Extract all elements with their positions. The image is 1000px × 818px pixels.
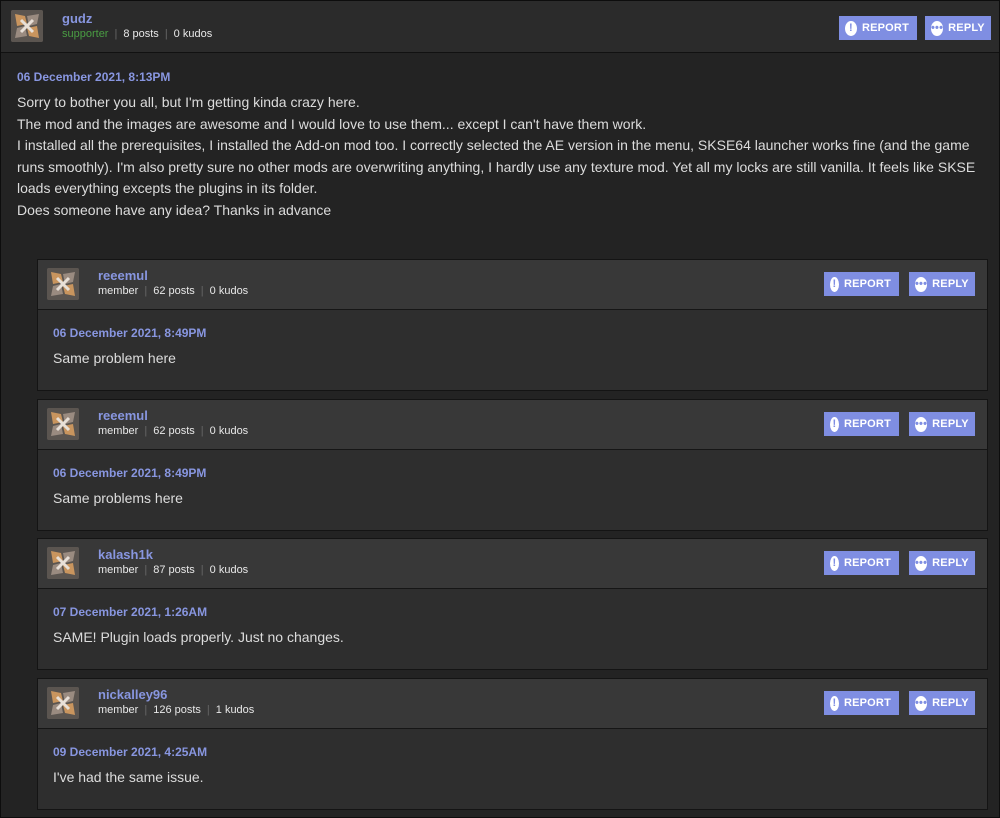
user-meta: member | 62 posts | 0 kudos (98, 285, 248, 297)
post-body: Sorry to bother you all, but I'm getting… (17, 92, 982, 222)
report-label: REPORT (843, 278, 891, 290)
reply-label: REPLY (932, 697, 969, 709)
kudos-count: 0 kudos (209, 285, 249, 297)
meta-separator: | (144, 564, 148, 576)
username-link[interactable]: kalash1k (98, 547, 153, 562)
kudos-count: 0 kudos (209, 425, 249, 437)
meta-separator: | (144, 704, 148, 716)
meta-separator: | (114, 28, 118, 40)
post-body: Same problem here (53, 350, 176, 366)
post-line: The mod and the images are awesome and I… (17, 115, 647, 132)
post-count: 62 posts (153, 285, 195, 297)
meta-separator: | (144, 285, 148, 297)
reply-button[interactable]: ••• REPLY (909, 691, 975, 715)
reply-header: nickalley96 member | 126 posts | 1 kudos ! RE… (38, 679, 987, 729)
reply-header: kalash1k member | 87 posts | 0 kudos ! REPORT… (38, 539, 987, 589)
post-count: 62 posts (153, 425, 195, 437)
post-date: 06 December 2021, 8:49PM (53, 466, 207, 480)
user-meta: member | 126 posts | 1 kudos (98, 704, 254, 716)
reply-button[interactable]: ••• REPLY (909, 551, 975, 575)
meta-separator: | (200, 285, 204, 297)
meta-separator: | (206, 704, 210, 716)
reply-button[interactable]: ••• REPLY (925, 16, 991, 40)
reply-post: nickalley96 member | 126 posts | 1 kudos ! RE… (37, 678, 988, 810)
user-meta: supporter | 8 posts | 0 kudos (62, 28, 212, 40)
post-line: I installed all the prerequisites, I ins… (17, 137, 976, 197)
post-count: 126 posts (153, 704, 201, 716)
username-link[interactable]: reeemul (98, 268, 148, 283)
post-body: I've had the same issue. (53, 769, 204, 785)
reply-post: kalash1k member | 87 posts | 0 kudos ! REPORT… (37, 538, 988, 670)
post-date: 06 December 2021, 8:49PM (53, 326, 207, 340)
reply-label: REPLY (932, 557, 969, 569)
reply-label: REPLY (932, 418, 969, 430)
user-role: member (98, 564, 139, 576)
avatar[interactable] (47, 687, 79, 719)
report-button[interactable]: ! REPORT (824, 272, 899, 296)
user-role: member (98, 704, 139, 716)
report-button[interactable]: ! REPORT (824, 412, 899, 436)
avatar[interactable] (47, 547, 79, 579)
report-button[interactable]: ! REPORT (839, 16, 917, 40)
avatar[interactable] (47, 408, 79, 440)
chat-bubble-icon: ••• (915, 416, 928, 432)
main-post-header: gudz supporter | 8 posts | 0 kudos ! REPORT •… (1, 1, 999, 53)
report-button[interactable]: ! REPORT (824, 691, 899, 715)
post-body: SAME! Plugin loads properly. Just no cha… (53, 629, 344, 645)
exclamation-icon: ! (830, 555, 839, 571)
exclamation-icon: ! (830, 695, 839, 711)
kudos-count: 1 kudos (215, 704, 255, 716)
meta-separator: | (164, 28, 168, 40)
exclamation-icon: ! (830, 416, 839, 432)
reply-header: reeemul member | 62 posts | 0 kudos ! REPORT … (38, 400, 987, 450)
reply-label: REPLY (932, 278, 969, 290)
reply-button[interactable]: ••• REPLY (909, 412, 975, 436)
username-link[interactable]: gudz (62, 11, 92, 26)
avatar-image (11, 10, 43, 42)
reply-button[interactable]: ••• REPLY (909, 272, 975, 296)
kudos-count: 0 kudos (173, 28, 213, 40)
chat-bubble-icon: ••• (915, 555, 928, 571)
user-meta: member | 62 posts | 0 kudos (98, 425, 248, 437)
post-count: 87 posts (153, 564, 195, 576)
user-role: member (98, 425, 139, 437)
post-date: 09 December 2021, 4:25AM (53, 745, 208, 759)
avatar-image (47, 408, 79, 440)
exclamation-icon: ! (845, 20, 857, 36)
user-role: supporter (62, 28, 109, 40)
report-label: REPORT (861, 22, 909, 34)
kudos-count: 0 kudos (209, 564, 249, 576)
report-label: REPORT (843, 418, 891, 430)
reply-post: reeemul member | 62 posts | 0 kudos ! REPORT … (37, 399, 988, 531)
post-line: Sorry to bother you all, but I'm getting… (17, 94, 360, 110)
exclamation-icon: ! (830, 276, 839, 292)
post-count: 8 posts (123, 28, 159, 40)
report-button[interactable]: ! REPORT (824, 551, 899, 575)
meta-separator: | (200, 425, 204, 437)
avatar-image (47, 547, 79, 579)
username-link[interactable]: nickalley96 (98, 687, 167, 702)
post-line: Does someone have any idea? Thanks in ad… (17, 201, 332, 218)
post-date: 07 December 2021, 1:26AM (53, 605, 208, 619)
report-label: REPORT (843, 697, 891, 709)
post-date: 06 December 2021, 8:13PM (17, 70, 171, 84)
report-label: REPORT (843, 557, 891, 569)
avatar[interactable] (11, 10, 43, 42)
thread-container: gudz supporter | 8 posts | 0 kudos ! REPORT •… (0, 0, 1000, 818)
avatar-image (47, 687, 79, 719)
meta-separator: | (144, 425, 148, 437)
chat-bubble-icon: ••• (915, 276, 928, 292)
reply-post: reeemul member | 62 posts | 0 kudos ! REPORT … (37, 259, 988, 391)
username-link[interactable]: reeemul (98, 408, 148, 423)
reply-label: REPLY (948, 22, 985, 34)
meta-separator: | (200, 564, 204, 576)
chat-bubble-icon: ••• (915, 695, 928, 711)
chat-bubble-icon: ••• (931, 20, 944, 36)
user-meta: member | 87 posts | 0 kudos (98, 564, 248, 576)
post-body: Same problems here (53, 490, 183, 506)
avatar[interactable] (47, 268, 79, 300)
reply-header: reeemul member | 62 posts | 0 kudos ! REPORT … (38, 260, 987, 310)
avatar-image (47, 268, 79, 300)
user-role: member (98, 285, 139, 297)
